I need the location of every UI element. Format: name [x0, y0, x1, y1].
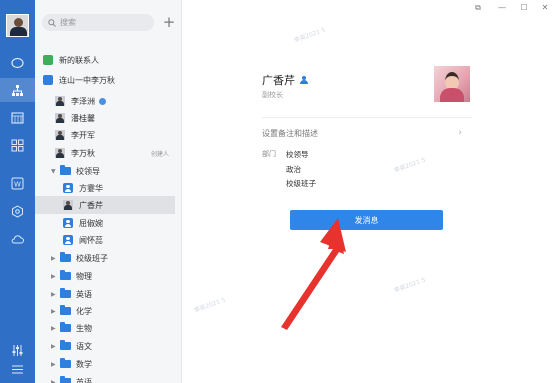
org-label: 连山一中李万秋: [59, 75, 115, 85]
wps-icon[interactable]: W: [10, 176, 25, 191]
dept-label: 校级班子: [76, 253, 108, 263]
calendar-icon[interactable]: [10, 110, 25, 125]
avatar: [55, 96, 65, 106]
dept-item[interactable]: ▶ 英语: [35, 285, 175, 303]
dept-item[interactable]: ▶ 校级班子: [35, 249, 175, 267]
person-icon: [63, 235, 73, 245]
dept-label: 英语: [76, 377, 92, 383]
creator-tag: 创建人: [150, 150, 169, 158]
folder-icon: [60, 322, 71, 332]
leader-item[interactable]: 闻怀蕊: [35, 231, 175, 249]
folder-icon: [60, 305, 71, 315]
member-item[interactable]: 李开军: [35, 126, 175, 144]
dept-label: 化学: [76, 306, 92, 316]
verified-icon: [99, 97, 106, 105]
leader-item-selected[interactable]: 广香芹: [35, 196, 175, 214]
new-contacts-label: 新的联系人: [59, 55, 99, 65]
org-icon[interactable]: [0, 78, 35, 102]
member-item[interactable]: 潘桂馨: [35, 109, 175, 127]
member-name: 李万秋: [71, 148, 95, 158]
contact-detail-panel: ⧉ — ☐ ✕ 李英2021 5 李英2021 5 李英2021 5 李英202…: [183, 0, 553, 383]
leader-item[interactable]: 方霎华: [35, 179, 175, 197]
folder-icon: [60, 252, 71, 262]
collapsed-caret-icon: ▶: [51, 378, 56, 383]
chat-icon[interactable]: [10, 56, 25, 71]
dept-item[interactable]: ▶ 物理: [35, 267, 175, 285]
member-item[interactable]: 李万秋 创建人: [35, 144, 175, 162]
expanded-caret-icon: ▼: [51, 167, 56, 175]
org-item[interactable]: 连山一中李万秋: [35, 71, 175, 89]
member-name: 李泽洲: [71, 96, 95, 106]
leader-name: 方霎华: [79, 183, 103, 193]
add-button[interactable]: +: [162, 14, 176, 31]
dept-label: 数学: [76, 359, 92, 369]
user-avatar[interactable]: [6, 14, 29, 37]
dept-item[interactable]: ▶ 数学: [35, 355, 175, 373]
collapsed-caret-icon: ▶: [51, 254, 56, 262]
dept-label: 语文: [76, 341, 92, 351]
leader-name: 屈俶婉: [79, 218, 103, 228]
dept-label: 英语: [76, 289, 92, 299]
dept-label: 校领导: [76, 166, 100, 176]
menu-icon[interactable]: [10, 362, 25, 377]
search-box[interactable]: [42, 14, 154, 31]
left-rail: W: [0, 0, 35, 383]
member-name: 潘桂馨: [71, 113, 95, 123]
dept-label: 物理: [76, 271, 92, 281]
folder-icon: [60, 270, 71, 280]
folder-icon: [60, 288, 71, 298]
folder-icon: [60, 165, 71, 175]
person-icon: [63, 183, 73, 193]
avatar: [63, 200, 73, 210]
dept-item[interactable]: ▶ 生物: [35, 319, 175, 337]
new-contacts-icon: [43, 55, 53, 65]
collapsed-caret-icon: ▶: [51, 290, 56, 298]
leader-name: 广香芹: [79, 200, 103, 210]
annotation-arrow: [281, 218, 346, 330]
search-input[interactable]: [60, 18, 152, 27]
org-folder-icon: [43, 75, 53, 85]
search-icon: [48, 18, 56, 27]
new-contacts-item[interactable]: 新的联系人: [35, 51, 175, 69]
person-icon: [63, 218, 73, 228]
collapsed-caret-icon: ▶: [51, 307, 56, 315]
collapsed-caret-icon: ▶: [51, 342, 56, 350]
cloud-icon[interactable]: [10, 232, 25, 247]
folder-icon: [60, 340, 71, 350]
member-item[interactable]: 李泽洲: [35, 92, 175, 110]
sliders-icon[interactable]: [10, 343, 25, 358]
avatar: [55, 113, 65, 123]
leader-name: 闻怀蕊: [79, 235, 103, 245]
folder-icon: [60, 376, 71, 383]
avatar: [55, 130, 65, 140]
dept-item[interactable]: ▶ 语文: [35, 337, 175, 355]
dept-item-leaders[interactable]: ▼ 校领导: [35, 162, 175, 180]
settings-hex-icon[interactable]: [10, 204, 25, 219]
dept-item[interactable]: ▶ 化学: [35, 302, 175, 320]
dept-item[interactable]: ▶ 英语: [35, 373, 175, 383]
collapsed-caret-icon: ▶: [51, 272, 56, 280]
folder-icon: [60, 358, 71, 368]
member-name: 李开军: [71, 130, 95, 140]
apps-icon[interactable]: [10, 138, 25, 153]
collapsed-caret-icon: ▶: [51, 360, 56, 368]
dept-label: 生物: [76, 323, 92, 333]
avatar: [55, 148, 65, 158]
contacts-sidebar: + 新的联系人 连山一中李万秋 李泽洲 潘桂馨 李开军 李万秋 创建人 ▼ 校领…: [35, 0, 182, 383]
svg-text:W: W: [14, 181, 21, 189]
leader-item[interactable]: 屈俶婉: [35, 214, 175, 232]
collapsed-caret-icon: ▶: [51, 324, 56, 332]
